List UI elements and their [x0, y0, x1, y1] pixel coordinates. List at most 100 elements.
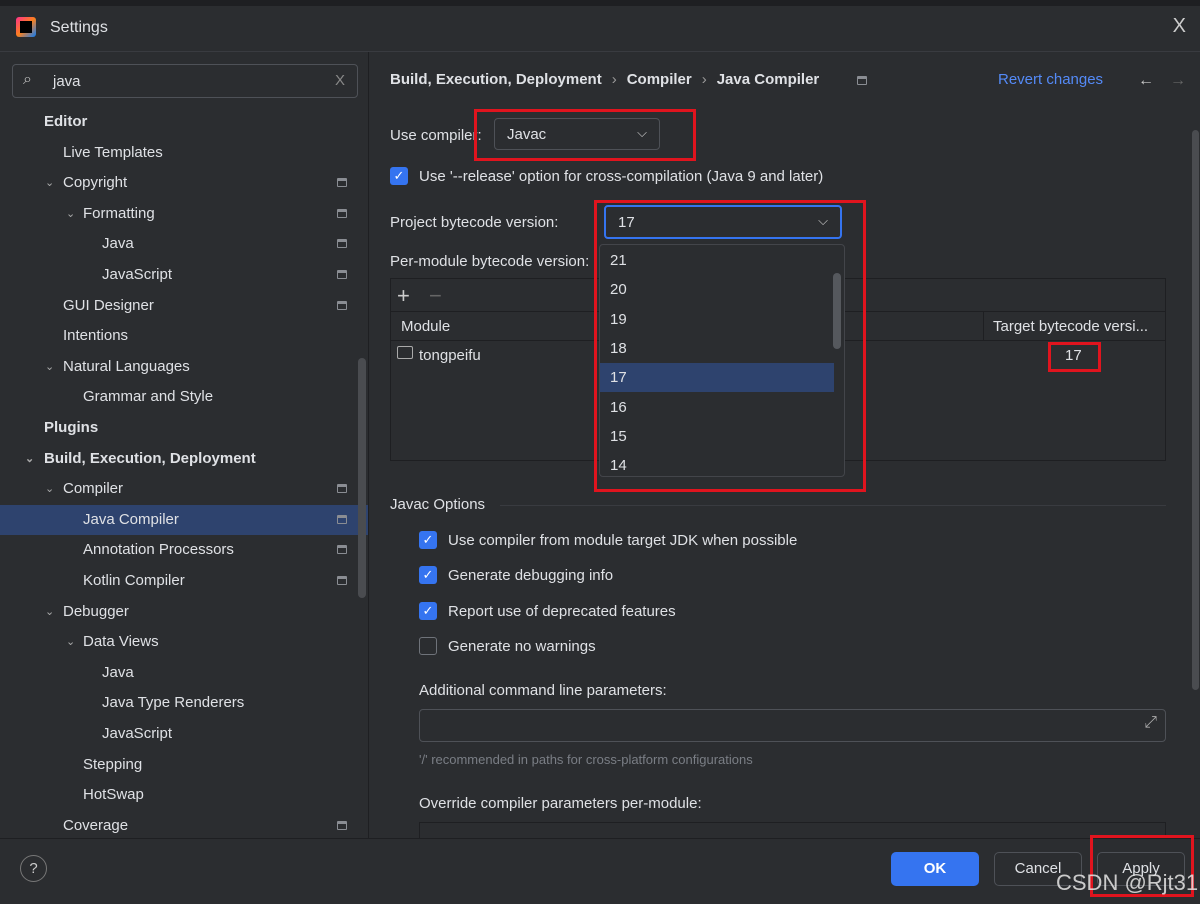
sidebar-item-label: Kotlin Compiler [83, 572, 185, 589]
sidebar-item[interactable]: Grammar and Style [0, 382, 368, 412]
project-scope-icon [337, 576, 347, 585]
sidebar-item[interactable]: Java [0, 229, 368, 259]
sidebar-item[interactable]: Live Templates [0, 138, 368, 168]
sidebar-item[interactable]: JavaScript [0, 260, 368, 290]
sidebar-item[interactable]: ⌄ Natural Languages [0, 352, 368, 382]
javac-option-checkbox[interactable]: ✓ [419, 601, 437, 620]
release-option-label: Use '--release' option for cross-compila… [419, 168, 824, 185]
search-icon: ⌕ [23, 71, 32, 88]
sidebar-item[interactable]: Annotation Processors [0, 535, 368, 565]
sidebar-item-label: Data Views [83, 633, 159, 651]
back-icon[interactable]: ← [1138, 72, 1154, 90]
per-module-label: Per-module bytecode version: [390, 253, 590, 270]
sidebar-scrollbar[interactable] [358, 358, 366, 598]
sidebar-item-label: Java [102, 235, 134, 253]
sidebar-item-label: Live Templates [63, 143, 163, 161]
override-label: Override compiler parameters per-module: [419, 795, 702, 812]
sidebar-item[interactable]: Stepping [0, 750, 368, 780]
sidebar-item[interactable]: ⌄ Data Views [0, 627, 368, 657]
javac-option-label: Generate debugging info [448, 567, 614, 585]
additional-params-input[interactable]: ⤢ [419, 709, 1166, 742]
close-icon[interactable]: X [1173, 15, 1186, 38]
sidebar-item[interactable]: ⌄ Copyright [0, 168, 368, 198]
breadcrumb-separator: › [701, 71, 707, 88]
chevron-down-icon[interactable]: ⌄ [45, 474, 54, 504]
javac-options-heading: Javac Options [390, 496, 486, 513]
project-scope-icon [337, 178, 347, 188]
sidebar-item[interactable]: GUI Designer [0, 291, 368, 321]
sidebar-item-label: JavaScript [102, 725, 173, 742]
search-input[interactable]: ⌕ java X [12, 64, 358, 98]
sidebar-item[interactable]: ⌄ Formatting [0, 199, 368, 229]
javac-option-checkbox[interactable] [419, 636, 437, 655]
content-scrollbar[interactable] [1192, 130, 1199, 690]
project-scope-icon [337, 300, 347, 310]
sidebar-item-label: Compiler [63, 480, 124, 498]
project-scope-icon [337, 514, 347, 524]
sidebar-item-label: Annotation Processors [83, 541, 234, 559]
sidebar-item[interactable]: JavaScript [0, 719, 368, 749]
sidebar-item[interactable]: Java Type Renderers [0, 688, 368, 718]
revert-changes-link[interactable]: Revert changes [998, 71, 1103, 88]
project-scope-icon [337, 270, 347, 279]
watermark: CSDN @Rjt31 [1056, 870, 1199, 895]
bytecode-label: Project bytecode version: [390, 214, 559, 231]
chevron-down-icon[interactable]: ⌄ [45, 168, 54, 198]
highlight-box [594, 200, 866, 492]
chevron-down-icon[interactable]: ⌄ [45, 352, 54, 382]
sidebar-item-label: Formatting [83, 204, 155, 222]
sidebar-item-label: Copyright [63, 174, 128, 192]
module-name[interactable]: tongpeifu [419, 347, 481, 364]
sidebar-item[interactable]: Coverage [0, 811, 368, 841]
additional-params-label: Additional command line parameters: [419, 682, 667, 699]
sidebar-item[interactable]: Intentions [0, 321, 368, 351]
breadcrumb-item[interactable]: Build, Execution, Deployment [390, 71, 602, 88]
search-value: java [53, 73, 81, 90]
help-button[interactable]: ? [20, 855, 47, 882]
sidebar-item[interactable]: HotSwap [0, 780, 368, 810]
sidebar-item-label: GUI Designer [63, 296, 154, 314]
breadcrumb: Build, Execution, Deployment › Compiler › Ja… [390, 71, 829, 88]
forward-icon[interactable]: → [1170, 72, 1186, 90]
ok-button[interactable]: OK [891, 852, 979, 886]
sidebar-item[interactable]: ⌄ Debugger [0, 597, 368, 627]
sidebar-item-label: Editor [44, 113, 88, 130]
javac-option-label: Generate no warnings [448, 637, 596, 655]
title-bar: Settings X [0, 6, 1200, 52]
remove-icon[interactable]: − [429, 283, 442, 309]
javac-option-checkbox[interactable]: ✓ [419, 566, 437, 585]
sidebar-item[interactable]: Java [0, 658, 368, 688]
clear-search-icon[interactable]: X [335, 72, 345, 89]
chevron-down-icon[interactable]: ⌄ [25, 444, 34, 474]
expand-icon[interactable]: ⤢ [1144, 714, 1157, 732]
module-folder-icon [397, 346, 413, 359]
breadcrumb-item[interactable]: Compiler [627, 71, 692, 88]
project-scope-icon [337, 208, 347, 218]
sidebar-item-label: Build, Execution, Deployment [44, 449, 256, 467]
sidebar-item-label: Debugger [63, 602, 129, 620]
sidebar-item-label: Java [102, 663, 134, 681]
hint-text: '/' recommended in paths for cross-platf… [419, 752, 753, 767]
column-target[interactable]: Target bytecode versi... [993, 318, 1148, 335]
javac-option-checkbox[interactable]: ✓ [419, 531, 437, 549]
chevron-down-icon[interactable]: ⌄ [45, 597, 54, 627]
sidebar-item[interactable]: ⌄ Compiler [0, 474, 368, 504]
highlight-box [1048, 342, 1101, 372]
javac-option-label: Report use of deprecated features [448, 602, 676, 620]
column-module[interactable]: Module [401, 318, 450, 335]
chevron-down-icon[interactable]: ⌄ [66, 627, 75, 657]
sidebar-item[interactable]: Kotlin Compiler [0, 566, 368, 596]
chevron-down-icon[interactable]: ⌄ [66, 199, 75, 229]
sidebar-item[interactable]: Editor [0, 107, 368, 137]
sidebar-item[interactable]: ⌄ Build, Execution, Deployment [0, 444, 368, 474]
release-option-checkbox[interactable]: ✓ [390, 167, 408, 185]
divider [368, 52, 369, 838]
sidebar-item-label: Natural Languages [63, 357, 190, 375]
sidebar-item-label: Stepping [83, 755, 143, 773]
sidebar-item-label: Intentions [63, 327, 129, 345]
sidebar-item[interactable]: Plugins [0, 413, 368, 443]
sidebar-item[interactable]: Java Compiler [0, 504, 368, 535]
add-icon[interactable]: + [397, 283, 410, 309]
breadcrumb-item: Java Compiler [716, 71, 820, 88]
sidebar-item-label: HotSwap [83, 786, 144, 804]
